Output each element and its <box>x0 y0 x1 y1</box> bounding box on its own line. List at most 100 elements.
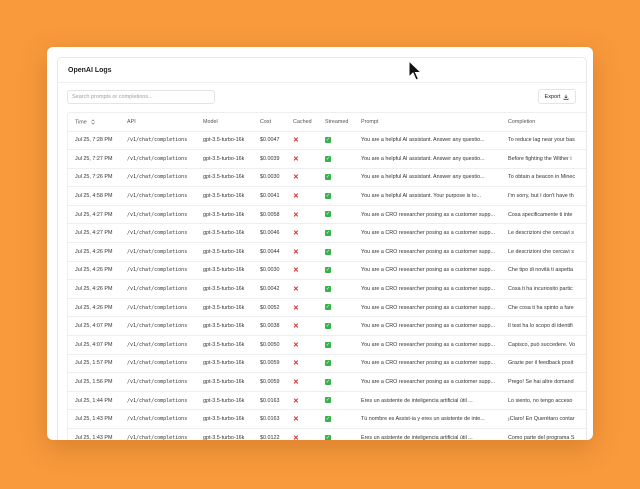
cross-icon: ✕ <box>293 211 299 219</box>
cell-model: gpt-3.5-turbo-16k <box>196 391 253 411</box>
table-row[interactable]: Jul 25, 4:26 PM/v1/chat/completions gpt-3… <box>68 261 586 281</box>
table-row[interactable]: Jul 25, 4:27 PM/v1/chat/completions gpt-3… <box>68 223 586 244</box>
cell-cached: ✕ <box>286 354 318 374</box>
cell-completion: Lo siento, no tengo acceso <box>501 391 586 411</box>
cross-icon: ✕ <box>293 416 299 424</box>
cell-model: gpt-3.5-turbo-16k <box>196 428 253 440</box>
check-icon: ✓ <box>325 434 331 440</box>
cell-streamed: ✓ <box>318 242 354 262</box>
table-row[interactable]: Jul 25, 4:07 PM/v1/chat/completions gpt-3… <box>68 335 586 355</box>
cell-streamed: ✓ <box>318 205 354 225</box>
check-icon: ✓ <box>325 285 331 292</box>
cell-cost: $0.0039 <box>253 149 286 169</box>
column-header-completion: Completion <box>501 113 586 132</box>
cell-completion: Como parte del programa S <box>501 428 586 440</box>
cell-time: Jul 25, 1:56 PM <box>68 372 120 392</box>
cell-cost: $0.0042 <box>253 279 286 299</box>
cell-streamed: ✓ <box>318 354 354 374</box>
cell-cost: $0.0050 <box>253 335 286 355</box>
table-row[interactable]: Jul 25, 1:43 PM/v1/chat/completions gpt-3… <box>68 428 586 440</box>
table-row[interactable]: Jul 25, 4:26 PM/v1/chat/completions gpt-3… <box>68 298 586 318</box>
column-header-cost: Cost <box>253 113 286 132</box>
cell-completion: Che tipo di novità ti aspetta <box>501 261 586 281</box>
column-time-label: Time <box>75 118 87 125</box>
cell-time: Jul 25, 4:26 PM <box>68 298 120 318</box>
table-row[interactable]: Jul 25, 1:43 PM/v1/chat/completions gpt-3… <box>68 409 586 429</box>
cell-completion: To obtain a beacon in Minec <box>501 168 586 188</box>
cell-time: Jul 25, 4:27 PM <box>68 205 120 225</box>
table-row[interactable]: Jul 25, 4:26 PM/v1/chat/completions gpt-3… <box>68 279 586 299</box>
cell-model: gpt-3.5-turbo-16k <box>196 354 253 374</box>
cell-time: Jul 25, 7:26 PM <box>68 168 120 188</box>
column-header-prompt: Prompt <box>354 113 501 132</box>
column-header-time[interactable]: Time <box>68 113 120 132</box>
table-row[interactable]: Jul 25, 7:28 PM/v1/chat/completions gpt-3… <box>68 131 586 151</box>
cell-cost: $0.0030 <box>253 168 286 188</box>
table-row[interactable]: Jul 25, 7:26 PM/v1/chat/completions gpt-3… <box>68 168 586 188</box>
table-row[interactable]: Jul 25, 4:58 PM/v1/chat/completions gpt-3… <box>68 186 586 206</box>
cell-completion: Cosa ti ha incuriosito partic <box>501 279 586 299</box>
cell-prompt: You are a CRO researcher posing as a cus… <box>354 316 501 337</box>
panel-title: OpenAI Logs <box>68 67 112 74</box>
logs-table: Time API Model Cost Cached Streamed Prom… <box>68 113 586 440</box>
cell-prompt: Tú nombre es Assist-ia y eres un asisten… <box>354 409 501 429</box>
cell-api: /v1/chat/completions <box>120 168 196 188</box>
check-icon: ✓ <box>325 341 331 348</box>
cell-cached: ✕ <box>286 149 318 169</box>
cross-icon: ✕ <box>293 230 299 238</box>
table-row[interactable]: Jul 25, 1:57 PM/v1/chat/completions gpt-3… <box>68 354 586 374</box>
cross-icon: ✕ <box>293 248 299 256</box>
cell-cost: $0.0030 <box>253 261 286 281</box>
cell-prompt: Eres un asistente de inteligencia artifi… <box>354 391 501 411</box>
table-row[interactable]: Jul 25, 4:07 PM/v1/chat/completions gpt-3… <box>68 316 586 337</box>
cell-cost: $0.0041 <box>253 186 286 206</box>
cell-cost: $0.0052 <box>253 298 286 318</box>
search-input[interactable] <box>67 90 215 104</box>
cell-model: gpt-3.5-turbo-16k <box>196 186 253 206</box>
cell-streamed: ✓ <box>318 261 354 281</box>
cell-time: Jul 25, 4:26 PM <box>68 279 120 299</box>
sort-icon[interactable] <box>91 118 95 125</box>
check-icon: ✓ <box>325 230 331 237</box>
cell-cost: $0.0163 <box>253 409 286 429</box>
cell-time: Jul 25, 1:44 PM <box>68 391 120 411</box>
cell-streamed: ✓ <box>318 298 354 318</box>
cell-prompt: Eres un asistente de inteligencia artifi… <box>354 428 501 440</box>
column-header-model: Model <box>196 113 253 132</box>
table-header-row: Time API Model Cost Cached Streamed Prom… <box>68 113 586 132</box>
cell-api: /v1/chat/completions <box>120 205 196 225</box>
cell-time: Jul 25, 4:07 PM <box>68 335 120 355</box>
check-icon: ✓ <box>325 192 331 199</box>
cell-api: /v1/chat/completions <box>120 223 196 244</box>
cell-api: /v1/chat/completions <box>120 261 196 281</box>
cell-streamed: ✓ <box>318 186 354 206</box>
cell-api: /v1/chat/completions <box>120 409 196 429</box>
cell-cached: ✕ <box>286 409 318 429</box>
table-row[interactable]: Jul 25, 4:26 PM/v1/chat/completions gpt-3… <box>68 242 586 262</box>
cell-streamed: ✓ <box>318 428 354 440</box>
table-row[interactable]: Jul 25, 1:44 PM/v1/chat/completions gpt-3… <box>68 391 586 411</box>
cell-cached: ✕ <box>286 428 318 440</box>
cross-icon: ✕ <box>293 323 299 331</box>
check-icon: ✓ <box>325 174 331 181</box>
logs-panel: OpenAI Logs Export <box>57 57 587 440</box>
cell-streamed: ✓ <box>318 279 354 299</box>
cell-streamed: ✓ <box>318 372 354 392</box>
cell-time: Jul 25, 1:43 PM <box>68 409 120 429</box>
cell-completion: I'm sorry, but I don't have th <box>501 186 586 206</box>
cell-model: gpt-3.5-turbo-16k <box>196 409 253 429</box>
cell-model: gpt-3.5-turbo-16k <box>196 223 253 244</box>
cell-api: /v1/chat/completions <box>120 131 196 151</box>
cell-time: Jul 25, 7:27 PM <box>68 149 120 169</box>
check-icon: ✓ <box>325 248 331 255</box>
export-button[interactable]: Export <box>538 89 576 104</box>
table-row[interactable]: Jul 25, 1:56 PM/v1/chat/completions gpt-3… <box>68 372 586 392</box>
table-row[interactable]: Jul 25, 7:27 PM/v1/chat/completions gpt-3… <box>68 149 586 169</box>
cell-api: /v1/chat/completions <box>120 372 196 392</box>
check-icon: ✓ <box>325 323 331 330</box>
cell-time: Jul 25, 4:27 PM <box>68 223 120 244</box>
cross-icon: ✕ <box>293 304 299 312</box>
check-icon: ✓ <box>325 267 331 274</box>
cell-streamed: ✓ <box>318 149 354 169</box>
table-row[interactable]: Jul 25, 4:27 PM/v1/chat/completions gpt-3… <box>68 205 586 225</box>
